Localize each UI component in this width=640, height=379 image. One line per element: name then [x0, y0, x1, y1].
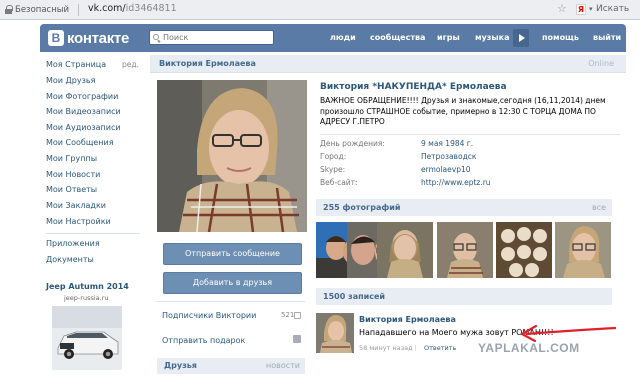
top-nav: люди сообщества игры музыка помощь выйти — [40, 24, 626, 52]
address-bar[interactable]: vk.com/id3464811 — [88, 3, 177, 14]
gift-icon — [293, 335, 301, 343]
profile-avatar[interactable] — [157, 80, 307, 232]
add-friend-button[interactable]: Добавить в друзья — [163, 272, 302, 294]
menu-my-page[interactable]: Моя Страница — [46, 60, 106, 69]
info-value-birthday[interactable]: 9 мая 1984 г. — [421, 139, 473, 148]
friends-title[interactable]: Друзья — [164, 361, 197, 370]
info-label-website: Веб-сайт: — [320, 178, 358, 187]
url-path: id3464811 — [125, 3, 177, 14]
info-label-birthday: День рождения: — [320, 139, 385, 148]
status-text[interactable]: ВАЖНОЕ ОБРАЩЕНИЕ!!!! Друзья и знакомые,с… — [320, 96, 620, 128]
nav-logout[interactable]: выйти — [593, 33, 621, 42]
lock-icon — [4, 4, 13, 15]
divider — [157, 301, 305, 302]
menu-friends[interactable]: Мои Друзья — [46, 76, 95, 85]
photos-all-link[interactable]: все — [592, 203, 606, 212]
menu-divider — [46, 233, 140, 234]
menu-edit-link[interactable]: ред. — [122, 60, 139, 69]
profile-name: Виктория *НАКУПЕНДА* Ермолаева — [320, 82, 507, 92]
browser-toolbar: Безопасный vk.com/id3464811 ☆ Я ▾ Искать — [0, 0, 640, 20]
divider — [78, 4, 79, 16]
nav-help[interactable]: помощь — [542, 33, 579, 42]
post-time-text: 58 минут назад — [359, 344, 413, 352]
nav-music[interactable]: музыка — [475, 33, 509, 42]
menu-audio[interactable]: Мои Аудиозаписи — [46, 123, 121, 132]
info-label-city: Город: — [320, 152, 347, 161]
info-value-skype[interactable]: ermolaevp10 — [421, 165, 471, 174]
menu-groups[interactable]: Мои Группы — [46, 154, 97, 163]
reply-link[interactable]: Ответить — [424, 344, 456, 352]
divider — [320, 134, 620, 135]
menu-messages[interactable]: Мои Сообщения — [46, 138, 114, 147]
send-gift-link[interactable]: Отправить подарок — [162, 336, 245, 345]
watermark: YAPLAKAL.COM — [478, 341, 580, 355]
ad-title[interactable]: Jeep Autumn 2014 — [46, 282, 129, 291]
nav-people[interactable]: люди — [330, 33, 356, 42]
online-status: Online — [588, 59, 614, 68]
post-author[interactable]: Виктория Ермолаева — [359, 315, 456, 324]
search-label[interactable]: Искать — [596, 4, 629, 14]
info-value-city[interactable]: Петрозаводск — [421, 152, 476, 161]
menu-apps[interactable]: Приложения — [46, 239, 100, 248]
menu-videos[interactable]: Мои Видеозаписи — [46, 107, 121, 116]
photo-thumb[interactable] — [555, 222, 611, 278]
send-message-button[interactable]: Отправить сообщение — [163, 243, 302, 265]
profile-header-name: Виктория Ермолаева — [159, 59, 256, 68]
security-label: Безопасный — [15, 4, 70, 15]
menu-bookmarks[interactable]: Мои Закладки — [46, 201, 106, 210]
ad-site[interactable]: jeep-russia.ru — [64, 294, 109, 302]
photos-title[interactable]: 255 фотографий — [323, 203, 401, 212]
menu-answers[interactable]: Мои Ответы — [46, 185, 97, 194]
photo-thumb[interactable] — [496, 222, 552, 278]
photo-thumb[interactable] — [377, 222, 433, 278]
post-time[interactable]: 58 минут назад | — [359, 344, 417, 352]
info-value-website[interactable]: http://www.eptz.ru — [421, 178, 491, 187]
play-icon[interactable] — [513, 29, 529, 47]
separator: | — [414, 344, 417, 352]
subscribers-icon — [294, 312, 301, 319]
site-header: В контакте люди сообщества игры музыка п… — [40, 24, 626, 52]
menu-news[interactable]: Мои Новости — [46, 170, 100, 179]
bookmark-star-icon[interactable]: ☆ — [557, 2, 567, 15]
photo-thumb[interactable] — [437, 222, 493, 278]
posts-title[interactable]: 1500 записей — [323, 292, 385, 301]
url-host: vk.com/ — [88, 3, 126, 14]
red-arrow-annotation — [520, 324, 617, 342]
dropdown-arrow-icon[interactable]: ▾ — [589, 5, 593, 13]
post-author-avatar[interactable] — [316, 313, 354, 353]
ad-car-image[interactable] — [52, 306, 122, 370]
friends-news-link[interactable]: новости — [266, 361, 300, 370]
menu-docs[interactable]: Документы — [46, 255, 94, 264]
nav-games[interactable]: игры — [437, 33, 460, 42]
security-indicator[interactable]: Безопасный — [2, 2, 73, 17]
info-label-skype: Skype: — [320, 165, 346, 174]
nav-communities[interactable]: сообщества — [370, 33, 425, 42]
menu-photos[interactable]: Мои Фотографии — [46, 92, 118, 101]
subscribers-count: 521 — [281, 311, 295, 319]
menu-settings[interactable]: Мои Настройки — [46, 217, 111, 226]
profile-header: Виктория Ермолаева Online — [150, 55, 626, 73]
yandex-icon[interactable]: Я — [576, 4, 586, 15]
subscribers-link[interactable]: Подписчики Виктории — [162, 311, 256, 320]
